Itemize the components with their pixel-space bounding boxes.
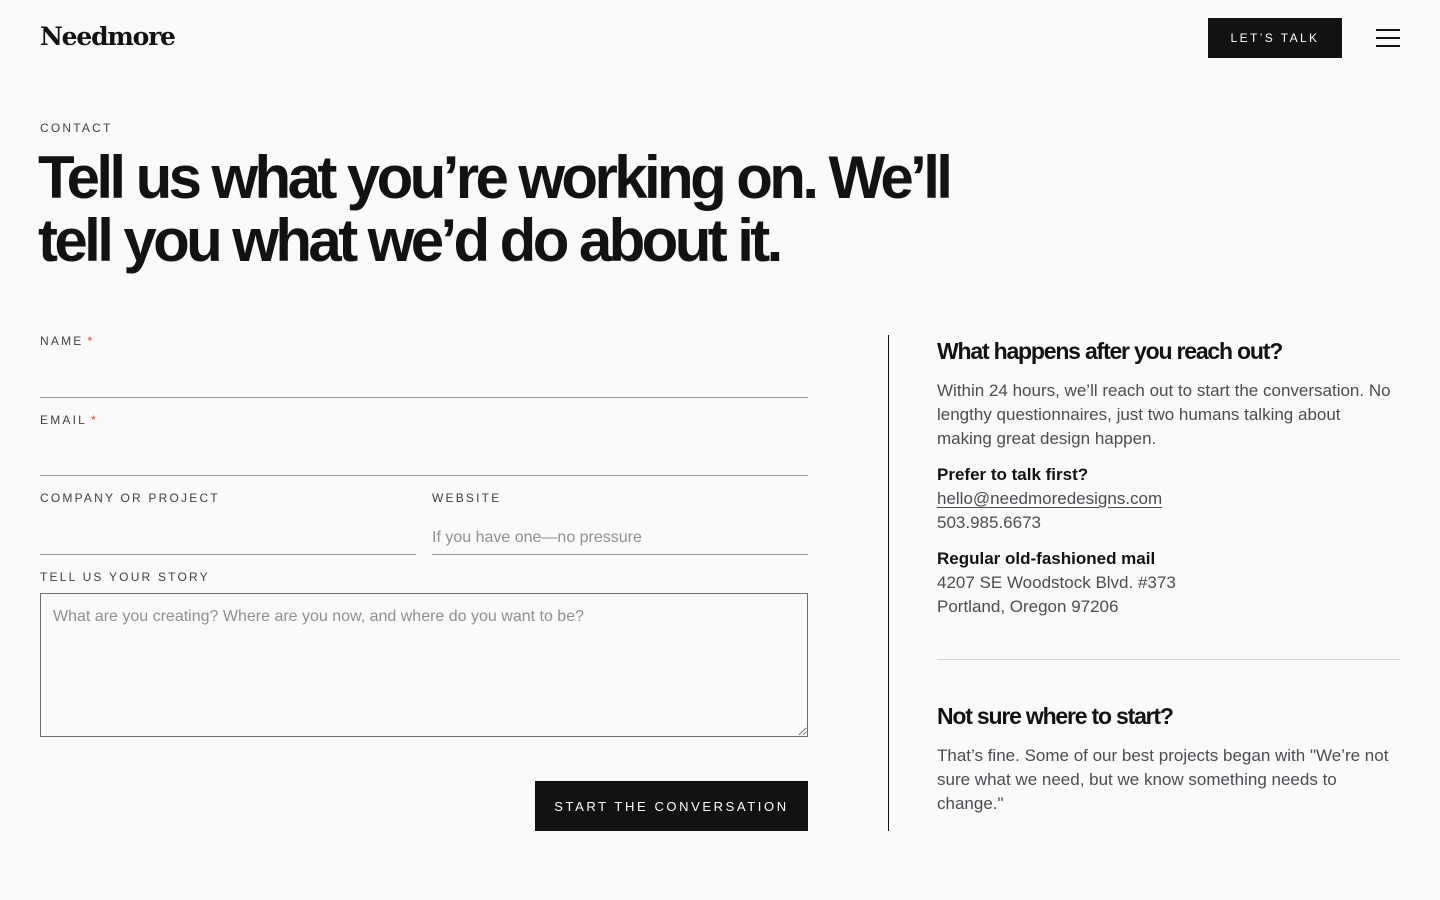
website-label: WEBSITE	[432, 491, 502, 505]
hamburger-menu-icon[interactable]	[1376, 28, 1400, 48]
after-heading: What happens after you reach out?	[937, 338, 1283, 364]
page-eyebrow: CONTACT	[40, 121, 113, 135]
lets-talk-button[interactable]: LET’S TALK	[1208, 18, 1342, 58]
address-line-2: Portland, Oregon 97206	[937, 597, 1119, 616]
required-mark: *	[87, 334, 95, 348]
talk-heading: Prefer to talk first?	[937, 465, 1089, 484]
page-title: Tell us what you’re working on. We’ll te…	[38, 144, 953, 274]
mail-heading: Regular old-fashioned mail	[937, 549, 1156, 568]
after-text: Within 24 hours, we’ll reach out to star…	[937, 381, 1391, 448]
submit-button[interactable]: START THE CONVERSATION	[535, 781, 808, 831]
story-textarea[interactable]	[40, 593, 808, 737]
logo[interactable]: Needmore	[40, 22, 176, 52]
menu-line	[1376, 37, 1400, 39]
menu-line	[1376, 45, 1400, 47]
email-link[interactable]: hello@needmoredesigns.com	[937, 487, 1162, 511]
address-line-1: 4207 SE Woodstock Blvd. #373	[937, 573, 1176, 592]
start-text: That’s fine. Some of our best projects b…	[937, 746, 1389, 813]
website-field[interactable]	[432, 521, 808, 555]
name-label: NAME *	[40, 334, 94, 348]
horizontal-divider	[937, 659, 1400, 660]
name-label-text: NAME	[40, 334, 84, 348]
vertical-divider	[888, 335, 889, 831]
phone-number[interactable]: 503.985.6673	[937, 511, 1041, 535]
email-field[interactable]	[40, 442, 808, 476]
company-field[interactable]	[40, 521, 416, 555]
name-field[interactable]	[40, 364, 808, 398]
email-label-text: EMAIL	[40, 413, 88, 427]
menu-line	[1376, 29, 1400, 31]
required-mark: *	[91, 413, 98, 427]
start-heading: Not sure where to start?	[937, 703, 1174, 729]
email-label: EMAIL *	[40, 413, 98, 427]
story-label: TELL US YOUR STORY	[40, 570, 210, 584]
company-label: COMPANY OR PROJECT	[40, 491, 220, 505]
